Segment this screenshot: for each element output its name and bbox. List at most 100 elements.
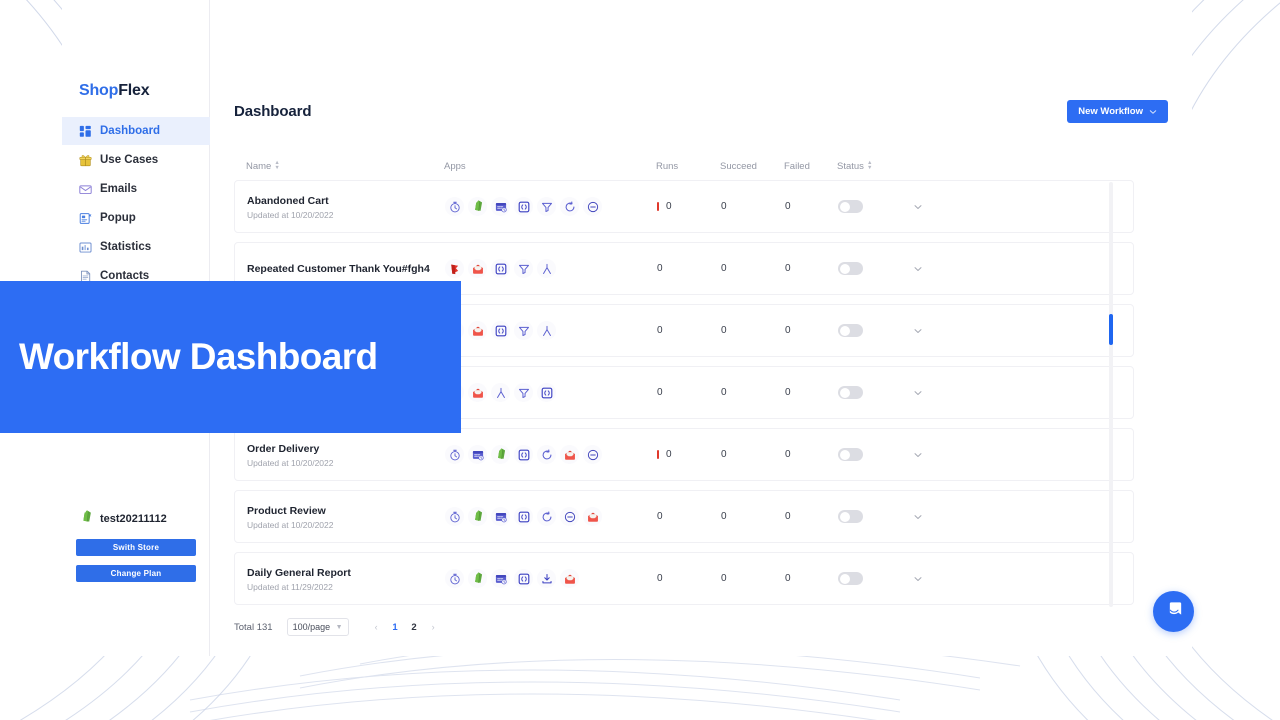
expand-row-chevron-icon[interactable] (898, 574, 938, 584)
filter-icon[interactable] (537, 197, 556, 216)
minus-circle-icon[interactable] (560, 507, 579, 526)
status-toggle[interactable] (838, 572, 863, 585)
workflow-name: Order Delivery (247, 442, 320, 455)
shopify-icon[interactable] (468, 507, 487, 526)
filter-icon[interactable] (514, 383, 533, 402)
refresh-icon[interactable] (560, 197, 579, 216)
mail-open-icon[interactable] (468, 259, 487, 278)
expand-row-chevron-icon[interactable] (898, 264, 938, 274)
column-label: Name (246, 160, 272, 172)
minus-circle-icon[interactable] (583, 197, 602, 216)
overlay-caption-banner: Workflow Dashboard (0, 281, 461, 433)
switch-store-button[interactable]: Swith Store (76, 539, 196, 556)
refresh-icon[interactable] (537, 507, 556, 526)
status-toggle[interactable] (838, 386, 863, 399)
branch-icon[interactable] (537, 321, 556, 340)
new-workflow-button[interactable]: New Workflow (1067, 100, 1168, 123)
filter-icon[interactable] (514, 321, 533, 340)
table-row[interactable]: Product Review Updated at 10/20/2022 0 0 0 (234, 490, 1134, 543)
mail-open-icon[interactable] (560, 445, 579, 464)
code-icon[interactable] (514, 569, 533, 588)
pagination-next-button[interactable]: › (424, 618, 443, 636)
schedule-icon[interactable] (468, 445, 487, 464)
sidebar-item-dashboard[interactable]: Dashboard (62, 117, 210, 145)
app-logo: ShopFlex (79, 82, 150, 100)
runs-value: 0 (657, 387, 663, 398)
schedule-icon[interactable] (491, 507, 510, 526)
sidebar-item-label: Dashboard (100, 125, 161, 137)
mail-open-icon[interactable] (468, 383, 487, 402)
mail-open-icon[interactable] (468, 321, 487, 340)
status-toggle[interactable] (838, 510, 863, 523)
sidebar-item-statistics[interactable]: Statistics (62, 233, 210, 261)
column-header-runs: Runs (656, 161, 720, 172)
code-icon[interactable] (537, 383, 556, 402)
table-row[interactable]: Order Delivery Updated at 10/20/2022 0 0 0 (234, 428, 1134, 481)
column-header-name[interactable]: Name ▲ ▼ (246, 160, 444, 172)
code-icon[interactable] (514, 197, 533, 216)
runs-value: 0 (666, 201, 672, 212)
chat-widget-button[interactable] (1153, 591, 1194, 632)
expand-row-chevron-icon[interactable] (898, 326, 938, 336)
workflow-name-cell: Daily General Report Updated at 11/29/202… (247, 566, 445, 592)
code-icon[interactable] (514, 445, 533, 464)
branch-icon[interactable] (537, 259, 556, 278)
sidebar-item-use-cases[interactable]: Use Cases (62, 146, 210, 174)
shopify-icon[interactable] (491, 445, 510, 464)
status-toggle[interactable] (838, 448, 863, 461)
status-toggle[interactable] (838, 262, 863, 275)
table-header-row: Name ▲ ▼ Apps Runs Succeed Failed Status… (234, 152, 1134, 180)
workflow-updated-at: Updated at 10/20/2022 (247, 457, 334, 468)
shopify-icon[interactable] (468, 197, 487, 216)
status-toggle[interactable] (838, 324, 863, 337)
page-size-select[interactable]: 100/page ▼ (286, 618, 349, 636)
branch-icon[interactable] (491, 383, 510, 402)
table-row[interactable]: Abandoned Cart Updated at 10/20/2022 0 0 0 (234, 180, 1134, 233)
sort-icon: ▲ ▼ (866, 160, 873, 171)
expand-row-chevron-icon[interactable] (898, 450, 938, 460)
download-icon[interactable] (537, 569, 556, 588)
stopwatch-icon[interactable] (445, 569, 464, 588)
workflow-name-cell: Order Delivery Updated at 10/20/2022 (247, 442, 445, 468)
column-label: Apps (444, 160, 466, 172)
workflow-updated-at: Updated at 10/20/2022 (247, 519, 334, 530)
table-row[interactable]: Daily General Report Updated at 11/29/202… (234, 552, 1134, 605)
filter-icon[interactable] (514, 259, 533, 278)
flag-icon[interactable] (445, 259, 464, 278)
minus-circle-icon[interactable] (583, 445, 602, 464)
refresh-icon[interactable] (537, 445, 556, 464)
sidebar-footer: test20211112 Swith Store Change Plan (62, 508, 210, 582)
change-plan-button[interactable]: Change Plan (76, 565, 196, 582)
table-scrollbar-thumb[interactable] (1109, 314, 1113, 345)
mail-open-icon[interactable] (560, 569, 579, 588)
expand-row-chevron-icon[interactable] (898, 202, 938, 212)
mail-open-icon[interactable] (583, 507, 602, 526)
code-icon[interactable] (514, 507, 533, 526)
sidebar-nav: Dashboard Use Cases Emails Popup Statist… (62, 117, 210, 291)
pagination-page-2[interactable]: 2 (405, 618, 424, 636)
column-header-apps: Apps (444, 161, 656, 172)
shopify-icon[interactable] (468, 569, 487, 588)
schedule-icon[interactable] (491, 197, 510, 216)
sidebar-item-popup[interactable]: Popup (62, 204, 210, 232)
stopwatch-icon[interactable] (445, 507, 464, 526)
pagination-prev-button[interactable]: ‹ (367, 618, 386, 636)
workflow-name-cell: Repeated Customer Thank You#fgh4 (247, 262, 445, 276)
stopwatch-icon[interactable] (445, 197, 464, 216)
pagination: Total 131 100/page ▼ ‹ 1 2 › (234, 618, 443, 636)
expand-row-chevron-icon[interactable] (898, 512, 938, 522)
workflow-apps-cell (445, 321, 657, 340)
pagination-page-1[interactable]: 1 (386, 618, 405, 636)
column-header-status[interactable]: Status ▲ ▼ (837, 160, 897, 171)
status-toggle[interactable] (838, 200, 863, 213)
code-icon[interactable] (491, 259, 510, 278)
succeed-cell: 0 (721, 387, 727, 398)
sidebar-item-emails[interactable]: Emails (62, 175, 210, 203)
expand-row-chevron-icon[interactable] (898, 388, 938, 398)
runs-cell: 0 (657, 449, 721, 460)
stopwatch-icon[interactable] (445, 445, 464, 464)
table-scrollbar-track[interactable] (1109, 182, 1113, 607)
column-header-succeed: Succeed (720, 161, 784, 172)
schedule-icon[interactable] (491, 569, 510, 588)
code-icon[interactable] (491, 321, 510, 340)
